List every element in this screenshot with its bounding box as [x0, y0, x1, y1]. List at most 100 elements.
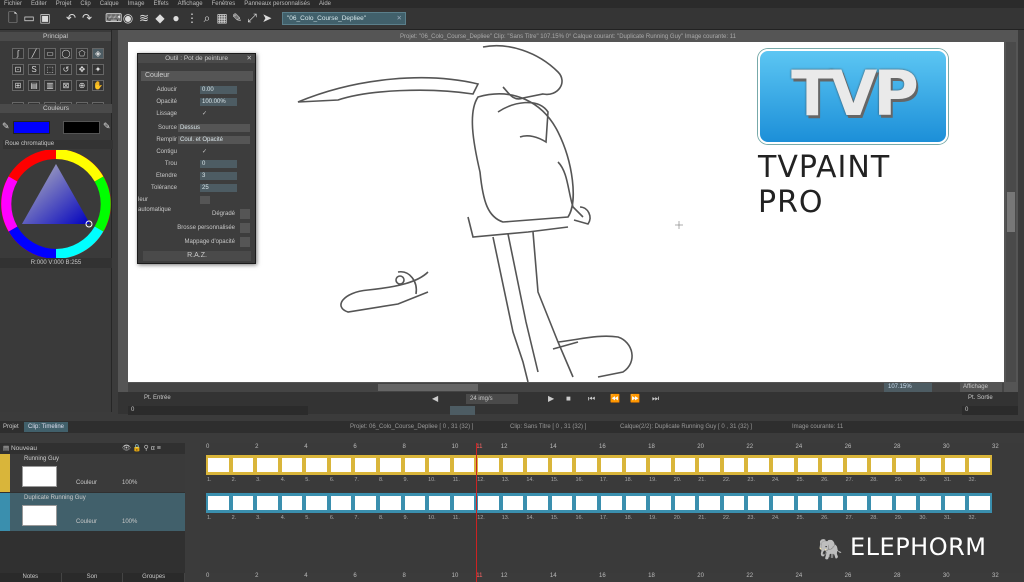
source-select[interactable]: Dessus: [178, 124, 250, 132]
frame-cell[interactable]: [699, 496, 720, 510]
frame-cell[interactable]: [920, 496, 941, 510]
frame-cell[interactable]: [797, 458, 819, 472]
open-icon[interactable]: ▭: [22, 11, 36, 25]
freehand-icon[interactable]: ∫: [12, 48, 24, 59]
frame-cell[interactable]: [601, 458, 622, 472]
frame-slider-handle[interactable]: [450, 406, 475, 415]
undo-icon[interactable]: ↶: [64, 11, 78, 25]
brosse-toggle[interactable]: [240, 223, 250, 233]
opacite-field[interactable]: 100.00%: [200, 98, 237, 106]
frame-cell[interactable]: [748, 458, 769, 472]
menu-item[interactable]: Affichage: [178, 1, 203, 7]
bulb-icon[interactable]: ●: [169, 11, 183, 25]
menu-item[interactable]: Clip: [80, 1, 90, 7]
frame-cell[interactable]: [232, 458, 254, 472]
frame-cell[interactable]: [723, 458, 745, 472]
frame-cell[interactable]: [379, 496, 401, 510]
new-document-icon[interactable]: 🗋: [6, 11, 20, 25]
warp-icon[interactable]: ⊞: [12, 80, 24, 91]
frame-cell[interactable]: [871, 496, 892, 510]
layer-track-strip[interactable]: [206, 455, 992, 475]
lasso-icon[interactable]: ↺: [60, 64, 72, 75]
eyedropper-icon[interactable]: ✎: [2, 121, 10, 132]
frame-cell[interactable]: [969, 496, 990, 510]
etendre-field[interactable]: 3: [200, 172, 237, 180]
layers-icon[interactable]: ≋: [137, 11, 151, 25]
mappage-toggle[interactable]: [240, 237, 250, 247]
frame-cell[interactable]: [453, 458, 475, 472]
frame-cell[interactable]: [281, 458, 303, 472]
affichage-dropdown[interactable]: Affichage: [960, 383, 1002, 392]
in-frame-field[interactable]: 0: [128, 406, 308, 415]
frame-cell[interactable]: [895, 458, 917, 472]
frame-cell[interactable]: [379, 458, 401, 472]
bottom-tab[interactable]: Notes: [0, 573, 62, 582]
frame-cell[interactable]: [330, 458, 352, 472]
frame-cell[interactable]: [404, 496, 426, 510]
tolerance-field[interactable]: 25: [200, 184, 237, 192]
frame-cell[interactable]: [478, 496, 499, 510]
menu-item[interactable]: Calque: [100, 1, 119, 7]
horizontal-scrollbar[interactable]: [128, 383, 1004, 392]
text-icon[interactable]: S: [28, 64, 40, 75]
hand-icon[interactable]: ✋: [92, 80, 104, 91]
layer-row[interactable]: Duplicate Running Guy Couleur 100%: [0, 493, 185, 531]
secondary-color-swatch[interactable]: [63, 121, 100, 134]
first-frame-icon[interactable]: ⏮: [588, 394, 595, 404]
magic-wand-icon[interactable]: ✦: [92, 64, 104, 75]
crop-icon[interactable]: ⊡: [12, 64, 24, 75]
frame-cell[interactable]: [281, 496, 303, 510]
frame-cell[interactable]: [527, 496, 548, 510]
frame-cell[interactable]: [527, 458, 548, 472]
layer-track-strip[interactable]: [206, 493, 992, 513]
new-layer-button[interactable]: ▤ Nouveau: [3, 444, 37, 452]
menu-item[interactable]: Image: [128, 1, 145, 7]
frame-cell[interactable]: [699, 458, 720, 472]
menu-item[interactable]: Aide: [319, 1, 331, 7]
frame-cell[interactable]: [822, 496, 843, 510]
remplir-select[interactable]: Coul. et Opacité: [178, 136, 250, 144]
frame-cell[interactable]: [404, 458, 426, 472]
trou-field[interactable]: 0: [200, 160, 237, 168]
menu-item[interactable]: Effets: [153, 1, 168, 7]
adoucir-field[interactable]: 0.00: [200, 86, 237, 94]
bottom-tab[interactable]: Son: [62, 573, 124, 582]
drop-icon[interactable]: ◆: [153, 11, 167, 25]
frame-cell[interactable]: [650, 496, 671, 510]
frame-cell[interactable]: [674, 458, 696, 472]
frame-cell[interactable]: [429, 458, 450, 472]
camera-icon[interactable]: ▤: [28, 80, 40, 91]
frame-cell[interactable]: [551, 458, 573, 472]
frame-cell[interactable]: [920, 458, 941, 472]
last-frame-icon[interactable]: ⏭: [652, 394, 659, 404]
frame-cell[interactable]: [625, 458, 647, 472]
frame-cell[interactable]: [232, 496, 254, 510]
frame-cell[interactable]: [576, 458, 597, 472]
swap-colors-icon[interactable]: ✎: [103, 121, 111, 132]
frame-cell[interactable]: [355, 458, 376, 472]
polygon-icon[interactable]: ⬠: [76, 48, 88, 59]
fps-select[interactable]: 24 img/s: [466, 394, 518, 404]
ellipse-icon[interactable]: ◯: [60, 48, 72, 59]
keyboard-icon[interactable]: ⌨: [105, 11, 122, 25]
frame-cell[interactable]: [748, 496, 769, 510]
auto-color-toggle[interactable]: [200, 196, 210, 204]
frame-cell[interactable]: [772, 458, 794, 472]
frame-cell[interactable]: [208, 496, 229, 510]
zoom-icon[interactable]: ⌕: [200, 11, 214, 25]
frame-cell[interactable]: [944, 496, 966, 510]
frame-cell[interactable]: [969, 458, 990, 472]
layer-opacity[interactable]: 100%: [122, 480, 137, 486]
frame-cell[interactable]: [871, 458, 892, 472]
close-icon[interactable]: ✕: [397, 13, 402, 25]
rectangle-icon[interactable]: ▭: [44, 48, 56, 59]
paper-plane-icon[interactable]: ➤: [260, 11, 274, 25]
menu-item[interactable]: Editer: [31, 1, 47, 7]
frame-cell[interactable]: [846, 458, 868, 472]
frame-cell[interactable]: [723, 496, 745, 510]
play-icon[interactable]: ▶: [548, 394, 554, 403]
menu-item[interactable]: Projet: [56, 1, 72, 7]
transform-icon[interactable]: ✥: [76, 64, 88, 75]
pen-icon[interactable]: ✎: [230, 11, 244, 25]
selection-icon[interactable]: ⬚: [44, 64, 56, 75]
